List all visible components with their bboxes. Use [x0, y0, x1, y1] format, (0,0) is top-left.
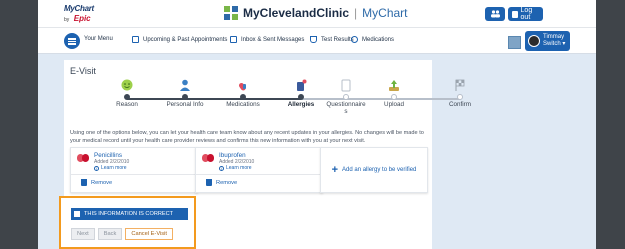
- information-correct-checkbox[interactable]: THIS INFORMATION IS CORRECT: [71, 208, 188, 220]
- switch-name: Timmay: [543, 34, 565, 40]
- step-label-personal-info: Personal Info: [166, 101, 204, 108]
- step-label-reason: Reason: [116, 101, 138, 108]
- step-label-medications: Medications: [226, 101, 260, 108]
- step-medications: Medications: [213, 78, 273, 109]
- trash-icon: [81, 179, 87, 186]
- step-dot: [124, 94, 130, 100]
- cleveland-clinic-logo-icon: [224, 6, 238, 20]
- header: MyChart by Epic MyClevelandClinic | MyCh…: [38, 0, 596, 28]
- brand: MyClevelandClinic | MyChart: [224, 6, 408, 20]
- trash-icon: [206, 179, 212, 186]
- confirm-label: THIS INFORMATION IS CORRECT: [84, 211, 174, 217]
- avatar: [528, 35, 540, 47]
- nav-test-results-label: Test Results: [321, 36, 354, 43]
- step-dot: [343, 94, 349, 100]
- envelope-icon: [230, 36, 237, 43]
- info-text: Using one of the options below, you can …: [70, 130, 424, 144]
- step-confirm: Confirm: [430, 78, 490, 109]
- logout-button[interactable]: Log out: [508, 7, 543, 21]
- step-upload: Upload: [364, 78, 424, 109]
- people-icon: [490, 10, 500, 18]
- nav-test-results[interactable]: Test Results: [310, 36, 354, 43]
- remove-label: Remove: [91, 179, 113, 186]
- allergy-card: Ibuprofen Added 2/2/2010 i Learn more Rem…: [195, 147, 323, 193]
- learn-more-link[interactable]: i Learn more: [94, 165, 127, 171]
- mychart-logo[interactable]: MyChart by Epic: [64, 5, 94, 24]
- nav-your-menu[interactable]: Your Menu: [84, 36, 113, 42]
- top-nav: Your Menu Upcoming & Past Appointments I…: [38, 28, 596, 54]
- allergy-icon: [294, 78, 308, 92]
- card-divider: [71, 174, 197, 175]
- brand-name: MyClevelandClinic: [243, 6, 350, 20]
- person-icon: [178, 78, 192, 92]
- clipboard-icon: [339, 78, 353, 92]
- remove-label: Remove: [216, 179, 238, 186]
- plus-icon: +: [331, 164, 339, 176]
- flask-icon: [310, 36, 317, 43]
- switch-account-button[interactable]: Timmay Switch ▾: [525, 31, 570, 51]
- step-dot: [298, 94, 304, 100]
- allergy-name: Penicillins: [94, 152, 122, 159]
- card-divider: [196, 174, 322, 175]
- learn-more-label: Learn more: [101, 165, 127, 171]
- confirmation-box: THIS INFORMATION IS CORRECT Next Back Ca…: [59, 196, 196, 249]
- allergy-name: Ibuprofen: [219, 152, 246, 159]
- step-dot: [240, 94, 246, 100]
- nav-appointments-label: Upcoming & Past Appointments: [143, 36, 228, 43]
- allergy-pill-icon: [202, 154, 215, 163]
- page: MyChart by Epic MyClevelandClinic | MyCh…: [38, 0, 596, 249]
- proxy-access-button[interactable]: [485, 7, 505, 21]
- action-buttons: Next Back Cancel E-Visit: [71, 228, 176, 240]
- brand-app-name: MyChart: [362, 6, 408, 20]
- info-icon: i: [219, 165, 224, 171]
- switch-label: Switch: [543, 41, 561, 47]
- cancel-evisit-button[interactable]: Cancel E-Visit: [125, 228, 173, 240]
- upload-icon: [387, 78, 401, 92]
- step-dot: [182, 94, 188, 100]
- page-title: E-Visit: [70, 66, 96, 76]
- logout-label: Log out: [520, 7, 533, 21]
- info-icon: i: [94, 165, 99, 171]
- allergy-cards: Penicillins Added 2/2/2010 i Learn more R…: [64, 147, 432, 194]
- nav-medications-label: Medications: [362, 36, 395, 43]
- learn-more-link[interactable]: i Learn more: [219, 165, 252, 171]
- allergy-card: Penicillins Added 2/2/2010 i Learn more R…: [70, 147, 198, 193]
- back-button[interactable]: Back: [97, 228, 123, 240]
- smiley-icon: [120, 78, 134, 92]
- pill-bottle-icon: [351, 36, 358, 43]
- progress-steps: Reason Personal Info Medications Allergi…: [64, 78, 471, 118]
- step-label-confirm: Confirm: [448, 101, 472, 108]
- pill-icon: [236, 78, 250, 92]
- nav-appointments[interactable]: Upcoming & Past Appointments: [132, 36, 227, 43]
- learn-more-label: Learn more: [226, 165, 252, 171]
- nav-right: Timmay Switch ▾: [508, 31, 570, 51]
- logo-epic-text: Epic: [73, 14, 91, 23]
- menu-icon[interactable]: [64, 33, 80, 49]
- step-label-upload: Upload: [384, 101, 404, 108]
- brand-separator: |: [354, 6, 358, 20]
- remove-button[interactable]: Remove: [206, 179, 237, 186]
- step-dot: [391, 94, 397, 100]
- next-button[interactable]: Next: [71, 228, 95, 240]
- nav-messages-label: Inbox & Sent Messages: [241, 36, 305, 43]
- step-personal-info: Personal Info: [155, 78, 215, 109]
- add-allergy-button[interactable]: + Add an allergy to be verified: [320, 147, 428, 193]
- checkbox-icon: [74, 211, 80, 217]
- add-allergy-label: Add an allergy to be verified: [342, 167, 417, 173]
- step-reason: Reason: [97, 78, 157, 109]
- allergy-pill-icon: [77, 154, 90, 163]
- tiles-icon[interactable]: [508, 36, 521, 49]
- nav-medications[interactable]: Medications: [351, 36, 394, 43]
- remove-button[interactable]: Remove: [81, 179, 112, 186]
- logo-by-text: by: [64, 17, 70, 23]
- calendar-icon: [132, 36, 139, 43]
- nav-messages[interactable]: Inbox & Sent Messages: [230, 36, 304, 43]
- logout-icon: [512, 10, 518, 18]
- checkered-flag-icon: [453, 78, 467, 92]
- step-dot: [457, 94, 463, 100]
- nav-your-menu-label: Your Menu: [84, 36, 113, 42]
